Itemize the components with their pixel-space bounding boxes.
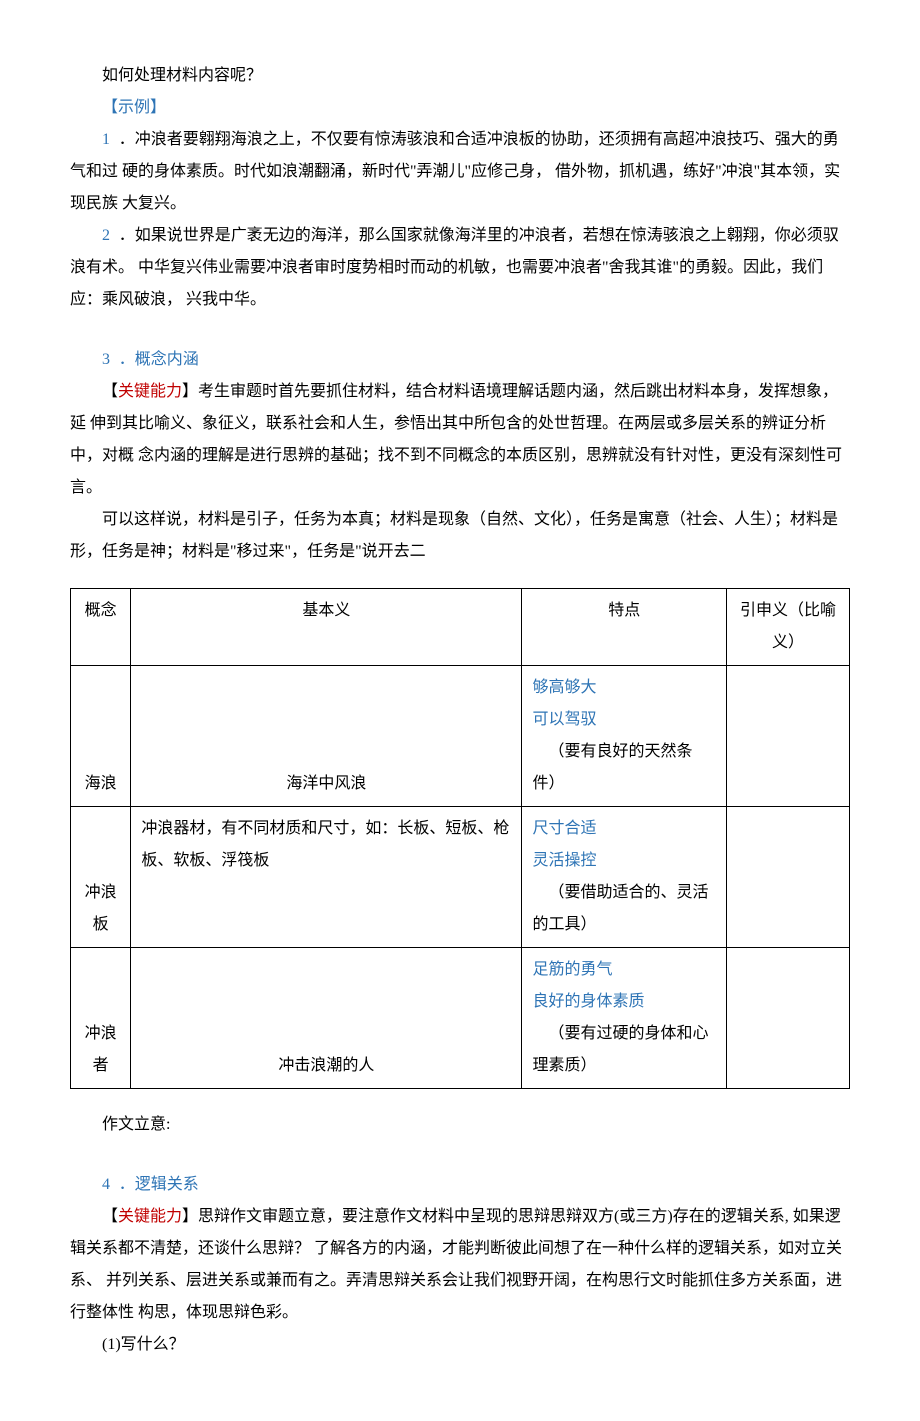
- cell-characteristic: 尺寸合适 灵活操控 （要借助适合的、灵活的工具）: [522, 807, 727, 948]
- header-extended-meaning: 引申义（比喻义）: [727, 589, 850, 666]
- key-ability-label: 关键能力: [118, 1208, 182, 1225]
- section-3-title: ．概念内涵: [115, 351, 199, 368]
- bracket-open: 【: [102, 1208, 118, 1225]
- cell-basic: 冲击浪潮的人: [131, 948, 522, 1089]
- section-4-subquestion-1: (1)写什么？: [70, 1329, 850, 1361]
- section-3-heading: 3 ．概念内涵: [70, 344, 850, 376]
- question-how-to-process: 如何处理材料内容呢？: [70, 60, 850, 92]
- bracket-close: 】: [182, 383, 198, 400]
- section-3-number: 3: [102, 351, 110, 368]
- cell-characteristic: 够高够大 可以驾驭 （要有良好的天然条件）: [522, 666, 727, 807]
- example-2-number: 2: [102, 227, 110, 244]
- header-concept: 概念: [71, 589, 131, 666]
- char-line-3: （要有过硬的身体和心理素质）: [532, 1018, 716, 1082]
- section-3-paragraph-1: 【关键能力】考生审题时首先要抓住材料，结合材料语境理解话题内涵，然后跳出材料本身…: [70, 376, 850, 504]
- cell-extended: [727, 948, 850, 1089]
- example-2-text: ．如果说世界是广袤无边的海洋，那么国家就像海洋里的冲浪者，若想在惊涛骇浪之上翱翔…: [70, 227, 839, 308]
- char-line-2: 可以驾驭: [532, 704, 716, 736]
- char-line-2: 灵活操控: [532, 845, 716, 877]
- example-label: 【示例】: [70, 92, 850, 124]
- section-4-number: 4: [102, 1176, 110, 1193]
- key-ability-label: 关键能力: [118, 383, 182, 400]
- cell-extended: [727, 807, 850, 948]
- table-header-row: 概念 基本义 特点 引申义（比喻义）: [71, 589, 850, 666]
- char-line-1: 够高够大: [532, 672, 716, 704]
- table-row: 冲浪者 冲击浪潮的人 足筋的勇气 良好的身体素质 （要有过硬的身体和心理素质）: [71, 948, 850, 1089]
- cell-concept: 冲浪板: [71, 807, 131, 948]
- header-characteristic: 特点: [522, 589, 727, 666]
- section-4-title: ．逻辑关系: [115, 1176, 199, 1193]
- section-3-paragraph-2: 可以这样说，材料是引子，任务为本真；材料是现象（自然、文化），任务是寓意（社会、…: [70, 504, 850, 568]
- example-1: 1 ．冲浪者要翱翔海浪之上，不仅要有惊涛骇浪和合适冲浪板的协助，还须拥有高超冲浪…: [70, 124, 850, 220]
- concept-table: 概念 基本义 特点 引申义（比喻义） 海浪 海洋中风浪 够高够大 可以驾驭 （要…: [70, 588, 850, 1089]
- cell-characteristic: 足筋的勇气 良好的身体素质 （要有过硬的身体和心理素质）: [522, 948, 727, 1089]
- char-line-3: （要有良好的天然条件）: [532, 736, 716, 800]
- example-1-number: 1: [102, 131, 110, 148]
- bracket-close: 】: [182, 1208, 198, 1225]
- cell-basic: 冲浪器材，有不同材质和尺寸，如：长板、短板、枪板、软板、浮筏板: [131, 807, 522, 948]
- table-row: 冲浪板 冲浪器材，有不同材质和尺寸，如：长板、短板、枪板、软板、浮筏板 尺寸合适…: [71, 807, 850, 948]
- example-2: 2 ．如果说世界是广袤无边的海洋，那么国家就像海洋里的冲浪者，若想在惊涛骇浪之上…: [70, 220, 850, 316]
- bracket-open: 【: [102, 383, 118, 400]
- char-line-1: 足筋的勇气: [532, 954, 716, 986]
- header-basic-meaning: 基本义: [131, 589, 522, 666]
- cell-concept: 冲浪者: [71, 948, 131, 1089]
- char-line-2: 良好的身体素质: [532, 986, 716, 1018]
- char-line-1: 尺寸合适: [532, 813, 716, 845]
- example-1-text: ．冲浪者要翱翔海浪之上，不仅要有惊涛骇浪和合适冲浪板的协助，还须拥有高超冲浪技巧…: [70, 131, 840, 212]
- cell-concept: 海浪: [71, 666, 131, 807]
- char-line-3: （要借助适合的、灵活的工具）: [532, 877, 716, 941]
- section-4-heading: 4 ．逻辑关系: [70, 1169, 850, 1201]
- cell-basic: 海洋中风浪: [131, 666, 522, 807]
- essay-topic-label: 作文立意:: [70, 1109, 850, 1141]
- cell-extended: [727, 666, 850, 807]
- table-row: 海浪 海洋中风浪 够高够大 可以驾驭 （要有良好的天然条件）: [71, 666, 850, 807]
- section-4-paragraph-1: 【关键能力】思辩作文审题立意，要注意作文材料中呈现的思辩思辩双方(或三方)存在的…: [70, 1201, 850, 1329]
